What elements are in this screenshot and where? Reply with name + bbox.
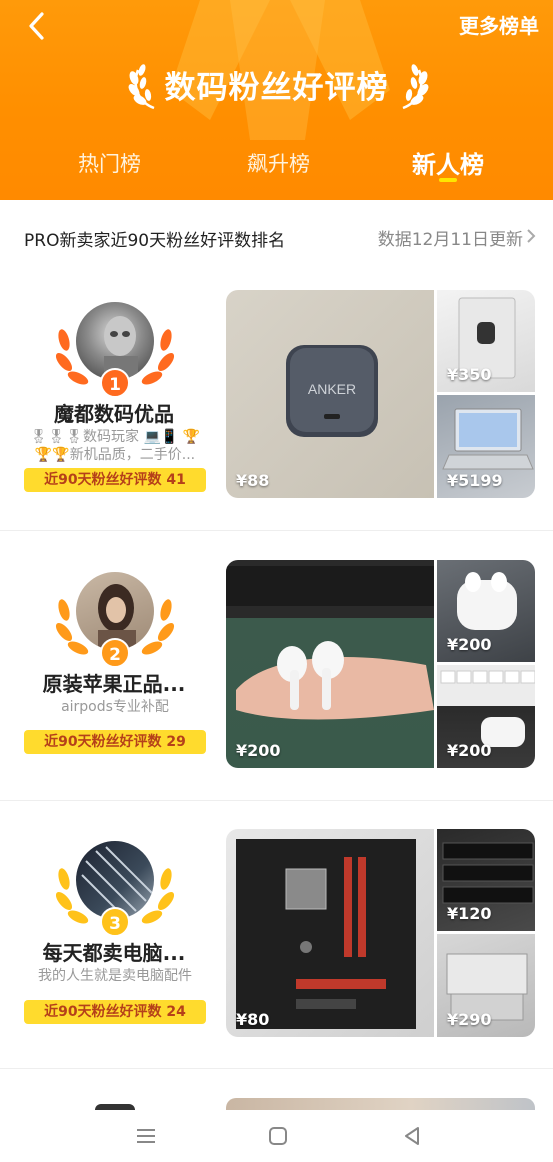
seller-name[interactable]: 原装苹果正品... [0,668,228,697]
home-icon[interactable] [266,1124,290,1148]
more-lists-link[interactable]: 更多榜单 [459,10,539,39]
product-photo-network-gear[interactable]: ¥120 [437,829,535,931]
product-price: ¥120 [447,904,492,923]
seller-info[interactable]: 1 魔都数码优品 🎖🎖🎖数码玩家 💻📱 🏆 🏆🏆新机品质，二手价... 近90天… [0,290,228,558]
rank-badge: 2 [100,638,130,668]
ranking-subheader: PRO新卖家近90天粉丝好评数排名 数据12月11日更新 [0,200,553,274]
product-photo-airpods-case[interactable]: ¥200 [437,560,535,662]
product-price: ¥200 [447,635,492,654]
active-tab-indicator [439,178,457,182]
seller-tagline-2: 🏆🏆新机品质，二手价... [34,447,196,463]
laurel-right-icon [402,64,429,110]
update-date-link[interactable]: 数据12月11日更新 [378,225,523,250]
seller-info[interactable]: 3 每天都卖电脑... 我的人生就是卖电脑配件 近90天粉丝好评数 24 [0,829,228,1097]
menu-icon[interactable] [134,1124,158,1148]
tab-rising[interactable]: 飙升榜 [247,148,310,178]
product-photo-watch[interactable]: ¥350 [437,290,535,392]
product-photo-charger[interactable]: ANKER ¥88 [226,290,434,498]
seller-tagline: 🎖🎖🎖数码玩家 💻📱 🏆 [29,429,201,445]
divider [0,530,553,531]
avatar-with-wreath: 1 [50,300,180,400]
product-photos: ¥80 ¥120 ¥290 [226,829,535,1037]
seller-card[interactable]: 2 原装苹果正品... airpods专业补配 近90天粉丝好评数 29 ¥20… [0,560,553,828]
product-photos: ¥200 ¥200 ¥200 [226,560,535,768]
ranking-description: PRO新卖家近90天粉丝好评数排名 [24,231,286,251]
product-photo-printer[interactable]: ¥290 [437,934,535,1037]
seller-tagline: airpods专业补配 [61,699,169,715]
tab-hot[interactable]: 热门榜 [78,148,141,178]
tab-newcomer[interactable]: 新人榜 [412,145,484,180]
back-button[interactable] [22,8,58,44]
next-card-preview [226,1098,535,1110]
seller-name[interactable]: 魔都数码优品 [0,398,228,427]
svg-text:ANKER: ANKER [308,381,356,397]
divider [0,800,553,801]
ranking-header: 更多榜单 数码粉丝好评榜 热门榜 飙升榜 新人榜 [0,0,553,200]
product-price: ¥200 [236,741,281,760]
product-photo-airpods-hand[interactable]: ¥200 [226,560,434,768]
back-arrow-icon [29,12,44,40]
product-photos: ANKER ¥88 ¥350 ¥5199 [226,290,535,498]
charger-image: ANKER [286,345,378,437]
seller-tagline: 我的人生就是卖电脑配件 [38,968,192,984]
product-price: ¥350 [447,365,492,384]
system-nav-bar [0,1110,553,1162]
rank-badge: 1 [100,368,130,398]
product-price: ¥290 [447,1010,492,1029]
rank-badge: 3 [100,907,130,937]
ranking-tabs: 热门榜 飙升榜 新人榜 [0,148,553,188]
product-price: ¥5199 [447,471,503,490]
review-count-badge: 近90天粉丝好评数 41 [24,468,206,492]
avatar-with-wreath: 2 [50,570,180,670]
seller-name[interactable]: 每天都卖电脑... [0,937,228,966]
page-title: 数码粉丝好评榜 [164,70,389,106]
seller-card[interactable]: 3 每天都卖电脑... 我的人生就是卖电脑配件 近90天粉丝好评数 24 ¥80 [0,829,553,1097]
review-count-badge: 近90天粉丝好评数 24 [24,1000,206,1024]
divider [0,1068,553,1069]
seller-info[interactable]: 2 原装苹果正品... airpods专业补配 近90天粉丝好评数 29 [0,560,228,828]
product-price: ¥88 [236,471,270,490]
product-photo-airpods-keyboard[interactable]: ¥200 [437,665,535,768]
product-price: ¥80 [236,1010,270,1029]
product-photo-motherboard[interactable]: ¥80 [226,829,434,1037]
back-nav-icon[interactable] [400,1124,424,1148]
motherboard-image [236,839,416,1029]
airpods-hand-image [226,566,434,720]
product-photo-laptop[interactable]: ¥5199 [437,395,535,498]
review-count-badge: 近90天粉丝好评数 29 [24,730,206,754]
title-area: 数码粉丝好评榜 [0,62,553,107]
chevron-right-icon[interactable] [525,228,537,244]
product-price: ¥200 [447,741,492,760]
seller-card[interactable]: 1 魔都数码优品 🎖🎖🎖数码玩家 💻📱 🏆 🏆🏆新机品质，二手价... 近90天… [0,290,553,558]
avatar-with-wreath: 3 [50,839,180,939]
